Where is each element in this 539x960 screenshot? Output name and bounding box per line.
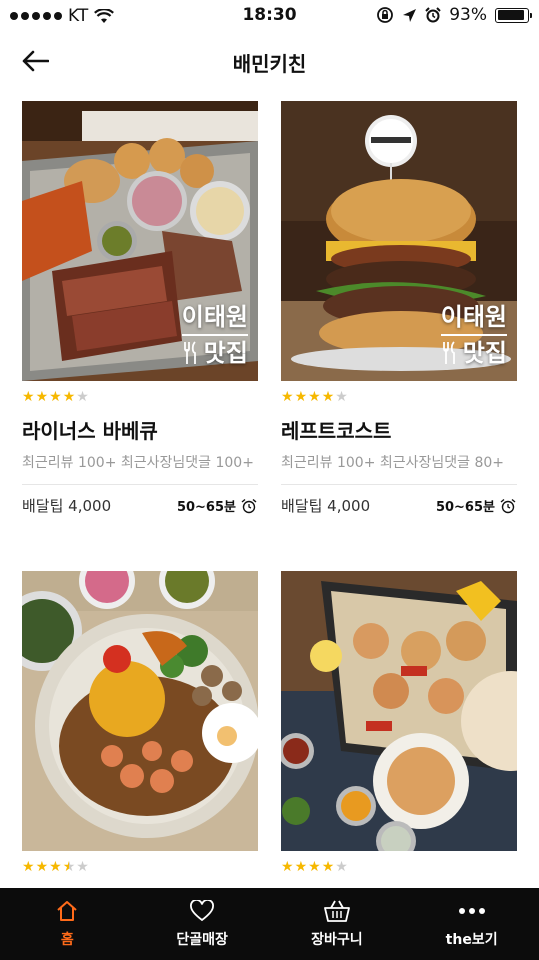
star-full-icon: ★ (22, 389, 35, 405)
tab-favorites[interactable]: 단골매장 (135, 888, 270, 960)
star-empty-icon: ★ (76, 859, 89, 875)
delivery-info: 배달팁 4,000 50~65분 (22, 495, 258, 516)
status-right: 93% (376, 5, 532, 25)
battery-icon (495, 7, 532, 23)
restaurant-name[interactable]: 라이너스 바베큐 (22, 415, 258, 444)
divider (281, 484, 517, 485)
fork-knife-icon (183, 341, 196, 364)
delivery-tip: 배달팁 4,000 (281, 497, 371, 515)
badge-matjip-label: 맛집 (203, 339, 248, 367)
star-full-icon: ★ (294, 389, 308, 405)
heart-icon (190, 899, 215, 923)
tab-favorites-label: 단골매장 (176, 932, 228, 948)
star-full-icon: ★ (321, 389, 335, 405)
tab-more[interactable]: the보기 (404, 888, 539, 960)
rotation-lock-icon (377, 7, 394, 23)
review-counts: 최근리뷰 100+ 최근사장님댓글 80+ (281, 455, 505, 471)
star-full-icon: ★ (308, 389, 321, 405)
delivery-time: 50~65분 (177, 496, 258, 515)
review-counts: 최근리뷰 100+ 최근사장님댓글 100+ (22, 455, 254, 471)
matjip-badge: 이태원 맛집 (440, 303, 507, 367)
restaurant-photo[interactable]: 이태원 맛집 (281, 101, 517, 381)
badge-matjip-label: 맛집 (462, 339, 507, 367)
star-full-icon: ★ (62, 389, 76, 405)
tab-home-label: 홈 (60, 932, 74, 948)
divider (22, 484, 258, 485)
star-empty-icon: ★ (335, 859, 348, 875)
alarm-icon (425, 7, 441, 23)
rating-stars: ★ ★ ★ ★ ★ (22, 389, 258, 405)
bottom-tab-bar: 홈 단골매장 장바구니 the보기 (0, 888, 539, 960)
rating-stars: ★ ★ ★ ★ ★ (22, 859, 258, 875)
tab-more-label: the보기 (445, 932, 498, 948)
matjip-badge: 이태원 맛집 (181, 303, 248, 367)
battery-percent: 93% (449, 5, 487, 25)
status-bar: KT 18:30 93% (0, 0, 539, 32)
fajita-platter-image (281, 571, 517, 851)
restaurant-photo[interactable]: 이태원 맛집 (22, 101, 258, 381)
star-full-icon: ★ (49, 859, 62, 875)
star-full-icon: ★ (35, 859, 49, 875)
star-full-icon: ★ (281, 389, 294, 405)
battery-fill (497, 10, 525, 20)
home-icon (56, 899, 78, 923)
fork-knife-icon (442, 341, 455, 364)
alarm-clock-icon (500, 498, 516, 513)
star-empty-icon: ★ (76, 389, 89, 405)
restaurant-name[interactable]: 레프트코스트 (281, 415, 517, 444)
restaurant-photo[interactable] (22, 571, 258, 851)
tab-cart-label: 장바구니 (311, 932, 363, 948)
badge-area-label: 이태원 (181, 303, 248, 331)
star-full-icon: ★ (281, 859, 294, 875)
page-title: 배민키친 (232, 52, 307, 76)
alarm-clock-icon (241, 498, 257, 513)
restaurant-photo[interactable] (281, 571, 517, 851)
star-half-icon: ★ (62, 859, 76, 875)
restaurant-card[interactable]: ★ ★ ★ ★ ★ (22, 571, 258, 885)
restaurant-card[interactable]: 이태원 맛집 ★ ★ ★ ★ ★ 레프트코스트 최근리뷰 100+ 최근사장님댓글 80… (281, 101, 517, 516)
star-full-icon: ★ (308, 859, 321, 875)
delivery-time-label: 50~65분 (176, 500, 236, 515)
rating-stars: ★ ★ ★ ★ ★ (281, 859, 517, 875)
rating-stars: ★ ★ ★ ★ ★ (281, 389, 517, 405)
tab-cart[interactable]: 장바구니 (270, 888, 405, 960)
delivery-tip: 배달팁 4,000 (22, 497, 112, 515)
star-full-icon: ★ (321, 859, 335, 875)
curry-rice-image (22, 571, 258, 851)
header: 배민키친 (0, 36, 539, 86)
star-full-icon: ★ (49, 389, 62, 405)
basket-icon (323, 899, 350, 923)
star-empty-icon: ★ (335, 389, 348, 405)
star-full-icon: ★ (35, 389, 49, 405)
star-full-icon: ★ (22, 859, 35, 875)
more-icon (458, 899, 486, 923)
restaurant-card[interactable]: ★ ★ ★ ★ ★ (281, 571, 517, 885)
location-icon (403, 8, 417, 22)
star-full-icon: ★ (294, 859, 308, 875)
tab-home[interactable]: 홈 (0, 888, 135, 960)
delivery-time-label: 50~65분 (435, 500, 495, 515)
delivery-info: 배달팁 4,000 50~65분 (281, 495, 517, 516)
restaurant-card[interactable]: 이태원 맛집 ★ ★ ★ ★ ★ 라이너스 바베큐 최근리뷰 100+ 최근사장님댓글 … (22, 101, 258, 516)
delivery-time: 50~65분 (436, 496, 517, 515)
badge-area-label: 이태원 (440, 303, 507, 331)
